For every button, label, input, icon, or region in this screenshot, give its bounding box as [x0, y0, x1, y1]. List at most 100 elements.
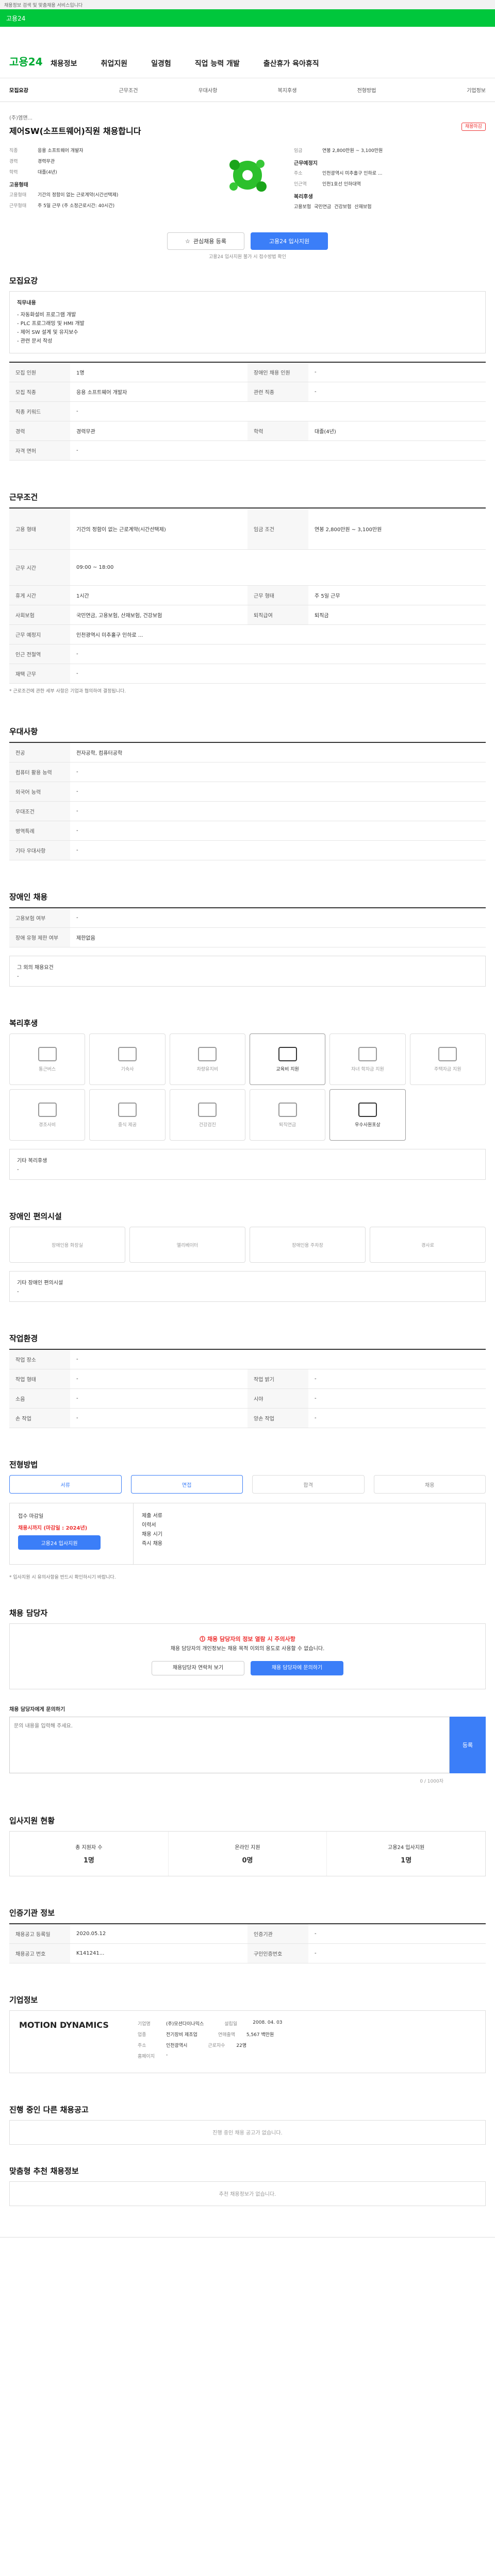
company-info-title: 인증기관 정보	[9, 1908, 55, 1918]
cell-value: -	[315, 1376, 317, 1382]
benefit-label: 건강검진	[199, 1122, 216, 1128]
nav-item[interactable]: 일경험	[151, 58, 171, 69]
cell-value: 응용 소프트웨어 개발자	[76, 390, 127, 396]
tab-conditions[interactable]: 근무조건	[89, 86, 168, 94]
nav-item[interactable]: 직업 능력 개발	[195, 58, 240, 69]
ask-contact-button[interactable]: 채용 담당자에 문의하기	[251, 1660, 343, 1675]
benefit-label: 경조사비	[39, 1122, 56, 1128]
method-label: 채용 시기	[142, 1532, 162, 1538]
education-value: 대졸(4년)	[38, 170, 57, 175]
cell-label: 직종 키워드	[9, 402, 70, 421]
cell-value: 대졸(4년)	[315, 429, 336, 435]
cell-value: 경력무관	[76, 429, 95, 435]
disability-title: 장애인 채용	[9, 892, 48, 902]
nav-item[interactable]: 취업지원	[101, 58, 128, 69]
inquiry-submit-button[interactable]: 등록	[450, 1716, 486, 1773]
docs-value: 이력서	[142, 1522, 156, 1529]
stat-label: 총 지원자 수	[75, 1844, 103, 1851]
employment-type-label: 고용형태	[9, 193, 27, 198]
show-contact-button[interactable]: 채용담당자 연락처 보기	[152, 1660, 244, 1675]
preferred-title: 우대사항	[9, 727, 38, 737]
career-value: 경력무관	[38, 159, 55, 164]
nav-item[interactable]: 채용정보	[51, 58, 77, 69]
cell-label: 경력	[9, 421, 70, 440]
employment-type-value: 기간의 정함이 없는 근로계약(시간선택제)	[38, 193, 119, 198]
address-label: 주소	[294, 171, 303, 176]
applicant-stats: 총 지원자 수 1명 온라인 지원 0명 고용24 입사지원 1명	[9, 1831, 486, 1876]
tab-company[interactable]: 기업정보	[406, 86, 486, 94]
favorite-button[interactable]: ☆ 관심채용 등록	[167, 232, 244, 250]
org-value: 2008. 04. 03	[253, 2020, 283, 2025]
trophy-icon	[358, 1102, 377, 1117]
stat-value: 1명	[401, 1856, 412, 1865]
job-description-box: 직무내용 - 자동화설비 프로그램 개발 - PLC 프로그래밍 및 HMI 개…	[9, 291, 486, 353]
cell-label: 작업 밝기	[248, 1369, 308, 1389]
cell-value: 제한없음	[76, 936, 95, 942]
step-document: 서류	[9, 1475, 122, 1494]
stat-online: 온라인 지원 0명	[169, 1831, 327, 1876]
tab-process[interactable]: 전형방법	[327, 86, 406, 94]
education-label: 학력	[9, 170, 18, 175]
cell-value: -	[76, 448, 78, 453]
cell-value: -	[76, 789, 78, 795]
tab-preferred[interactable]: 우대사항	[168, 86, 248, 94]
welfare-item: 국민연금	[314, 205, 332, 210]
cell-value: 전자공학, 컴퓨터공학	[76, 751, 123, 757]
preferred-table: 전공 전자공학, 컴퓨터공학 컴퓨터 활용 능력 - 외국어 능력 - 우대조건 - 병…	[9, 742, 486, 861]
welfare-heading: 복리후생	[294, 194, 313, 200]
stat-value: 1명	[83, 1856, 94, 1865]
benefits-title: 복리후생	[9, 1019, 38, 1028]
tab-benefits[interactable]: 복지후생	[248, 86, 327, 94]
cell-value: -	[315, 1950, 317, 1956]
cell-value: 연봉 2,800만원 ~ 3,100만원	[315, 527, 382, 533]
org-value: 전기장비 제조업	[166, 2032, 197, 2038]
work-type-label: 근무형태	[9, 204, 27, 209]
nav-item[interactable]: 출산휴가 육아휴직	[263, 58, 319, 69]
benefit-meal: 중식 제공	[89, 1089, 166, 1141]
welfare-list: 고용보험 국민연금 건강보험 산재보험	[294, 203, 486, 210]
cell-value: -	[76, 409, 78, 414]
process-title: 전형방법	[9, 1460, 38, 1470]
cell-label: 휴게 시간	[9, 586, 70, 605]
contact-title: 채용 담당자	[9, 1608, 48, 1618]
benefit-education: 교육비 지원	[249, 1033, 326, 1086]
inquiry-input[interactable]	[9, 1716, 450, 1773]
benefit-label: 우수사원포상	[355, 1122, 381, 1128]
cell-label: 채용공고 번호	[9, 1943, 70, 1963]
facility-grid: 장애인용 화장실 엘리베이터 장애인용 주차장 경사로	[9, 1227, 486, 1263]
apply-deadline: 접수 마감일 채용시까지 (마감일 : 2024년) 고용24 입사지원	[10, 1503, 134, 1565]
cell-value: -	[76, 808, 78, 815]
benefit-car: 차량유지비	[169, 1033, 245, 1086]
benefit-label: 교육비 지원	[276, 1066, 299, 1072]
cell-label: 컴퓨터 활용 능력	[9, 762, 70, 782]
benefit-label: 주택자금 지원	[434, 1066, 461, 1072]
cell-value: 1명	[76, 370, 85, 376]
site-logo[interactable]: 고용24	[9, 54, 51, 69]
inquiry-form: 등록	[9, 1716, 486, 1773]
cell-value: 기간의 정함이 없는 근로계약(시간선택제)	[76, 527, 166, 533]
service-bar: 고용24	[0, 9, 495, 27]
tab-recruit[interactable]: 모집요강	[9, 86, 89, 94]
career-label: 경력	[9, 159, 18, 164]
cell-label: 장애 유형 제한 여부	[9, 928, 70, 947]
job-summary: 직종 응용 소프트웨어 개발자 경력 경력무관 학력 대졸(4년) 고용형태 고용형태…	[0, 137, 495, 223]
warning-icon: ⓵	[200, 1635, 207, 1642]
cell-label: 시야	[248, 1389, 308, 1409]
apply-button[interactable]: 고용24 입사지원	[251, 232, 328, 250]
gift-icon	[38, 1102, 57, 1117]
cell-label: 모집 직종	[9, 382, 70, 401]
facility-item: 엘리베이터	[129, 1227, 245, 1263]
apply-button-2[interactable]: 고용24 입사지원	[18, 1535, 101, 1550]
process-steps: 서류 면접 합격 채용	[9, 1475, 486, 1494]
summary-right: 임금 연봉 2,800만원 ~ 3,100만원 근무예정지 주소 인천광역시 미추홀…	[294, 147, 486, 213]
location-heading: 근무예정지	[294, 161, 318, 166]
org-label: 업종	[138, 2032, 146, 2038]
org-label: 설립일	[224, 2021, 238, 2027]
cell-label: 외국어 능력	[9, 782, 70, 802]
apply-note: 고용24 입사지원 불가 시 접수방법 확인	[209, 255, 286, 260]
facility-extra-label: 기타 장애인 편의시설	[17, 1280, 63, 1286]
conditions-table: 고용 형태 기간의 정함이 없는 근로계약(시간선택제) 임금 조건 연봉 2,800…	[9, 507, 486, 684]
job-title: 제어SW(소프트웨어)직원 채용합니다	[9, 126, 141, 136]
health-icon	[198, 1102, 217, 1117]
job-type-label: 직종	[9, 148, 18, 154]
